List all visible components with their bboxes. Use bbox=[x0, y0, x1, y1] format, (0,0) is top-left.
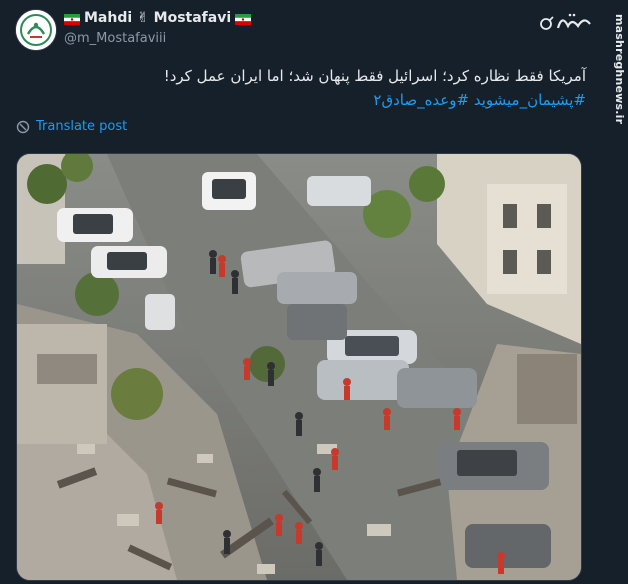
author-display-name[interactable]: Mahdi ✌ Mostafavi bbox=[84, 10, 231, 26]
tweet-text: آمریکا فقط نظاره کرد؛ اسرائیل فقط پنهان … bbox=[163, 67, 586, 85]
avatar[interactable] bbox=[15, 9, 57, 51]
tweet-card: Mahdi ✌ Mostafavi @m_Mostafaviii mashreg… bbox=[0, 0, 628, 584]
author-name-row[interactable]: Mahdi ✌ Mostafavi bbox=[64, 10, 252, 26]
iran-flag-icon bbox=[64, 13, 80, 25]
watermark-site: mashreghnews.ir bbox=[613, 14, 626, 125]
translate-post-label[interactable]: Translate post bbox=[36, 119, 127, 134]
tweet-hashtags[interactable]: #پشیمان_میشوید #وعده_صادق۲ bbox=[66, 88, 586, 112]
translate-post-link[interactable]: Translate post bbox=[16, 119, 127, 134]
author-handle[interactable]: @m_Mostafaviii bbox=[64, 31, 166, 46]
mashregh-logo-icon bbox=[540, 13, 591, 30]
mashregh-logo bbox=[540, 10, 596, 36]
globe-icon bbox=[16, 120, 30, 133]
tweet-body: آمریکا فقط نظاره کرد؛ اسرائیل فقط پنهان … bbox=[66, 64, 586, 112]
iran-flag-icon bbox=[235, 13, 252, 25]
tweet-media-photo[interactable] bbox=[16, 153, 582, 581]
avatar-emblem-icon bbox=[16, 10, 56, 50]
aerial-destruction-photo bbox=[17, 154, 581, 580]
